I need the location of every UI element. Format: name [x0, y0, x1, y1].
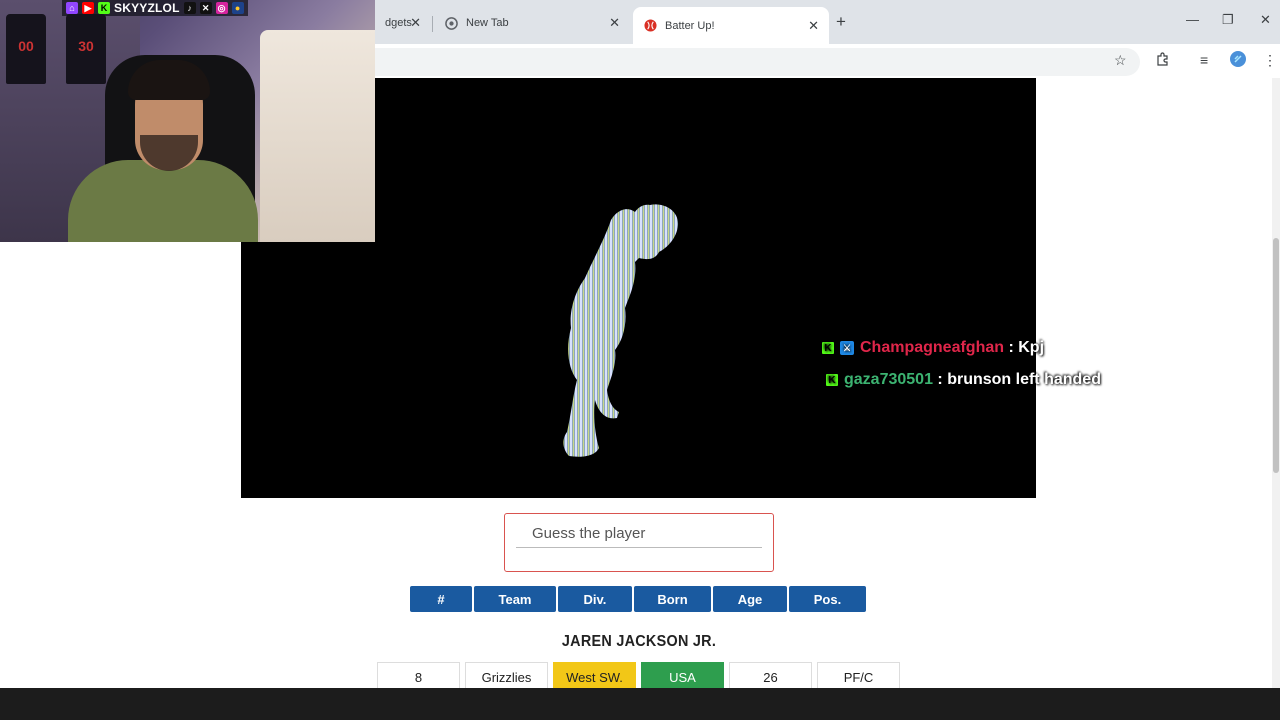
profile-icon[interactable]: [1230, 51, 1246, 70]
media-icon[interactable]: ≡: [1200, 52, 1208, 68]
scrollbar-thumb[interactable]: [1273, 238, 1279, 473]
chat-message: K ⚔ Champagneafghan : Kpj: [822, 339, 1044, 357]
star-icon[interactable]: ☆: [1114, 52, 1127, 69]
kick-icon: K: [98, 2, 110, 14]
social-handles-bar: ⌂ ▶ K SKYYZLOL ♪ ✕ ◎ ●: [62, 0, 248, 16]
player-silhouette: [563, 204, 679, 457]
guess-input[interactable]: [516, 520, 762, 548]
jersey: 30: [66, 14, 106, 84]
streamer-webcam: 00 30 ⌂ ▶ K SKYYZLOL ♪ ✕ ◎ ●: [0, 0, 375, 242]
team-logo-icon: ●: [231, 2, 244, 14]
chat-text: brunson left handed: [947, 371, 1101, 388]
header-born: Born: [634, 586, 711, 612]
minimize-icon[interactable]: —: [1186, 12, 1199, 27]
instagram-icon: ◎: [215, 2, 228, 14]
close-icon[interactable]: ✕: [808, 18, 819, 34]
restore-icon[interactable]: ❐: [1222, 12, 1234, 28]
streamer-name: SKYYZLOL: [114, 1, 180, 15]
chat-username: Champagneafghan: [860, 339, 1005, 356]
header-position: Pos.: [789, 586, 866, 612]
header-team: Team: [474, 586, 556, 612]
tab-batter-up[interactable]: Batter Up! ✕: [633, 7, 829, 44]
header-number: #: [410, 586, 472, 612]
tab-label: New Tab: [466, 17, 509, 29]
x-icon: ✕: [199, 2, 212, 14]
stream-bottom-bar: [0, 688, 1280, 720]
twitch-icon: ⌂: [66, 2, 78, 14]
kick-icon: K: [826, 374, 838, 386]
baseball-icon: [643, 19, 657, 33]
chat-message: K gaza730501 : brunson left handed: [826, 371, 1101, 389]
chat-username: gaza730501: [844, 371, 933, 388]
header-division: Div.: [558, 586, 632, 612]
chat-text: Kpj: [1018, 339, 1045, 356]
extensions-icon[interactable]: [1156, 52, 1170, 69]
tab-widgets[interactable]: dgets ✕: [375, 8, 431, 38]
header-age: Age: [713, 586, 787, 612]
plus-icon[interactable]: +: [836, 12, 846, 32]
menu-icon[interactable]: ⋮: [1263, 52, 1277, 69]
close-icon[interactable]: ✕: [609, 15, 620, 31]
scrollbar[interactable]: [1272, 78, 1280, 688]
tab-new-tab[interactable]: New Tab ✕: [434, 8, 630, 38]
close-icon[interactable]: ✕: [410, 15, 421, 31]
jersey: 00: [6, 14, 46, 84]
guess-table-headers: # Team Div. Born Age Pos.: [410, 586, 866, 612]
close-icon[interactable]: ✕: [1260, 12, 1271, 28]
chrome-icon: [444, 16, 458, 30]
address-bar[interactable]: [360, 48, 1140, 76]
tab-label: Batter Up!: [665, 19, 715, 32]
kick-icon: K: [822, 342, 834, 354]
tab-label: dgets: [385, 17, 412, 29]
guess-input-container: [504, 513, 774, 572]
moderator-icon: ⚔: [840, 341, 854, 355]
youtube-icon: ▶: [82, 2, 94, 14]
page-left-margin: [6, 242, 241, 688]
tiktok-icon: ♪: [183, 2, 196, 14]
guessed-player-name: JAREN JACKSON JR.: [561, 633, 717, 650]
